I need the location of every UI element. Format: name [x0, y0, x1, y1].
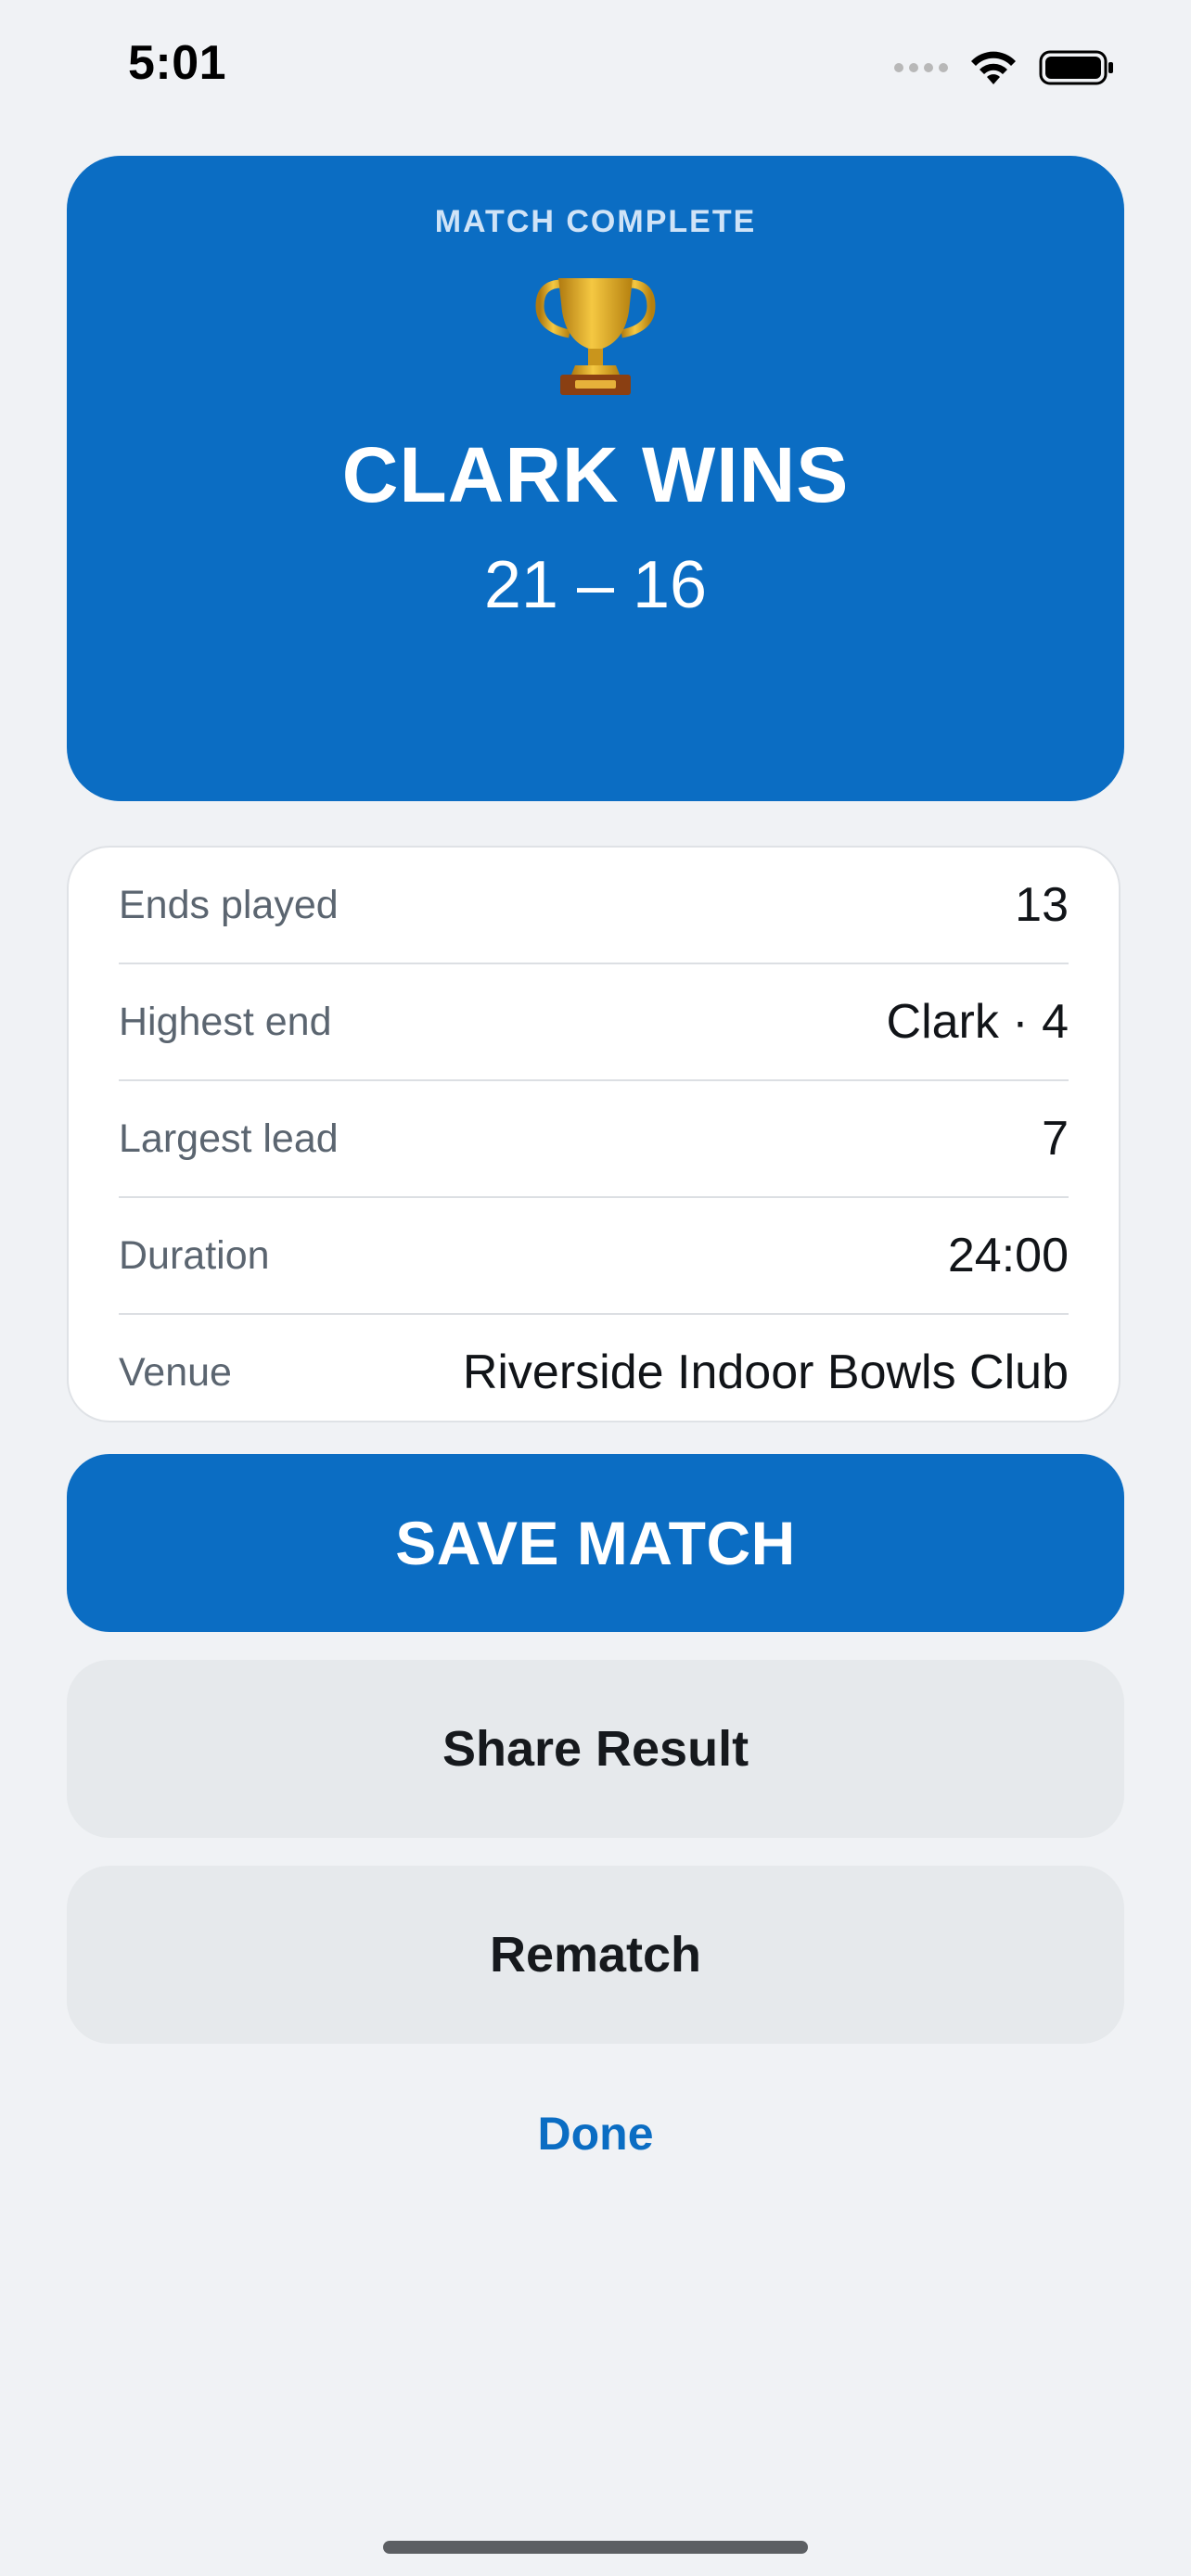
- status-bar: 5:01: [0, 0, 1191, 139]
- stat-label: Ends played: [119, 883, 339, 927]
- rematch-button[interactable]: Rematch: [67, 1866, 1124, 2044]
- stat-value: 7: [1042, 1112, 1069, 1166]
- stat-label: Highest end: [119, 1000, 332, 1044]
- stat-value: Riverside Indoor Bowls Club: [462, 1345, 1069, 1399]
- cellular-dots-icon: [894, 63, 948, 72]
- stat-row-venue: Venue Riverside Indoor Bowls Club: [119, 1315, 1069, 1432]
- stat-row-largest-lead: Largest lead 7: [119, 1081, 1069, 1198]
- home-indicator[interactable]: [383, 2541, 808, 2554]
- stat-row-highest-end: Highest end Clark · 4: [119, 964, 1069, 1081]
- match-result-card: MATCH COMPLETE CLARK WINS 21 – 16: [67, 156, 1124, 801]
- match-stats-card: Ends played 13 Highest end Clark · 4 Lar…: [67, 846, 1121, 1422]
- status-icons: [894, 46, 1115, 89]
- stat-value: Clark · 4: [886, 995, 1069, 1049]
- stat-value: 13: [1015, 878, 1069, 932]
- share-result-button[interactable]: Share Result: [67, 1660, 1124, 1838]
- match-status-label: MATCH COMPLETE: [434, 204, 757, 239]
- final-score: 21 – 16: [483, 548, 708, 622]
- stat-label: Venue: [119, 1350, 232, 1395]
- save-match-button[interactable]: SAVE MATCH: [67, 1454, 1124, 1632]
- done-button[interactable]: Done: [0, 2107, 1191, 2161]
- stat-label: Largest lead: [119, 1116, 339, 1161]
- stat-row-ends-played: Ends played 13: [119, 848, 1069, 964]
- wifi-icon: [971, 51, 1016, 84]
- battery-icon: [1039, 50, 1113, 85]
- status-time: 5:01: [128, 36, 227, 90]
- stat-value: 24:00: [947, 1229, 1069, 1282]
- stat-row-duration: Duration 24:00: [119, 1198, 1069, 1315]
- stat-label: Duration: [119, 1233, 270, 1278]
- trophy-icon: [535, 278, 656, 395]
- winner-title: CLARK WINS: [341, 431, 850, 518]
